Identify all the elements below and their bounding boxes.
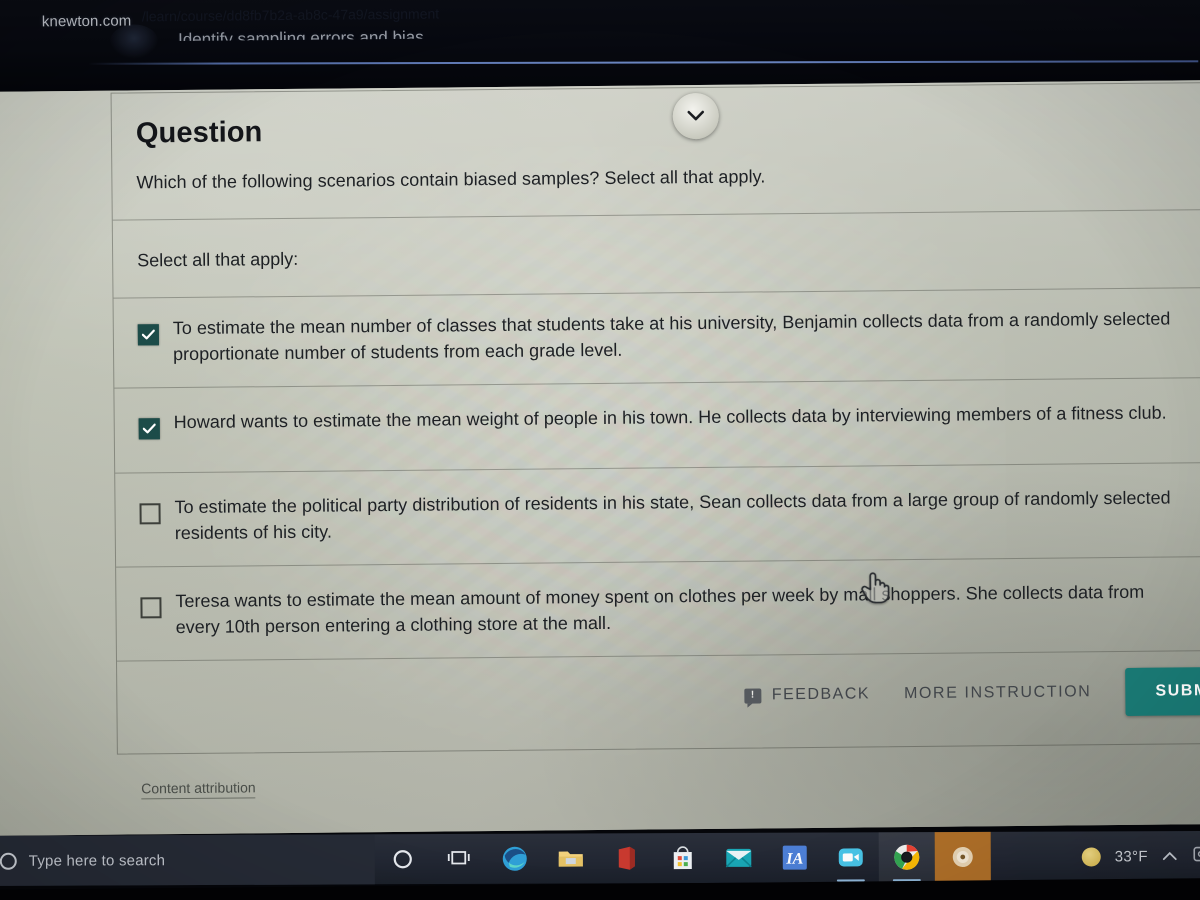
search-circle-icon	[0, 852, 17, 870]
weather-temperature[interactable]: 33°F	[1115, 848, 1148, 865]
lesson-progress-bar	[88, 60, 1199, 65]
answer-option-3-label: To estimate the political party distribu…	[174, 487, 1171, 543]
checkbox-option-3[interactable]	[139, 503, 161, 525]
more-instruction-button[interactable]: MORE INSTRUCTION	[904, 684, 1092, 704]
answer-option-2[interactable]: Howard wants to estimate the mean weight…	[114, 378, 1200, 473]
answer-option-1-label: To estimate the mean number of classes t…	[172, 308, 1171, 364]
sun-icon	[1081, 846, 1101, 866]
windows-taskbar: Type here to search IA 33°F	[0, 830, 1200, 886]
checkbox-option-1[interactable]	[137, 324, 159, 346]
action-bar: ! FEEDBACK MORE INSTRUCTION SUBMIT	[117, 651, 1200, 754]
system-tray: 33°F	[1081, 831, 1200, 882]
task-view-icon[interactable]	[431, 834, 487, 884]
answer-option-3[interactable]: To estimate the political party distribu…	[115, 463, 1200, 567]
google-chrome-icon[interactable]	[878, 832, 935, 883]
office-app-icon[interactable]	[599, 833, 655, 883]
taskbar-icons: IA	[375, 831, 991, 884]
feedback-button[interactable]: ! FEEDBACK	[744, 685, 871, 705]
mail-icon[interactable]	[711, 833, 767, 883]
checkbox-option-4[interactable]	[140, 597, 162, 619]
content-attribution-link[interactable]: Content attribution	[141, 779, 256, 800]
answer-option-1[interactable]: To estimate the mean number of classes t…	[114, 288, 1200, 388]
pointing-hand-cursor	[859, 569, 890, 608]
url-path-ghost: /learn/course/dd8fb7b2a-ab8c-47a9/assign…	[141, 5, 440, 25]
orange-app-icon[interactable]	[934, 831, 991, 883]
question-header: Question Which of the following scenario…	[112, 83, 1200, 220]
collapse-panel-button[interactable]	[672, 92, 720, 140]
svg-text:IA: IA	[785, 851, 803, 868]
question-instruction: Select all that apply:	[137, 248, 299, 271]
chevron-down-icon	[687, 110, 705, 122]
checkbox-option-2[interactable]	[138, 418, 160, 440]
speech-bubble-icon: !	[744, 688, 762, 704]
check-icon	[142, 423, 156, 434]
answer-option-4-label: Teresa wants to estimate the mean amount…	[175, 581, 1145, 637]
search-input[interactable]: Type here to search	[0, 834, 375, 886]
answer-option-4[interactable]: Teresa wants to estimate the mean amount…	[116, 557, 1200, 661]
lesson-title: Identify sampling errors and bias	[177, 27, 424, 50]
submit-button[interactable]: SUBMIT	[1125, 666, 1200, 717]
question-card: Question Which of the following scenario…	[110, 82, 1200, 755]
file-explorer-icon[interactable]	[543, 833, 599, 883]
screen-content: knewton.com /learn/course/dd8fb7b2a-ab8c…	[0, 0, 1200, 900]
microsoft-store-icon[interactable]	[655, 833, 711, 883]
browser-header: knewton.com /learn/course/dd8fb7b2a-ab8c…	[0, 0, 1200, 92]
search-input-placeholder: Type here to search	[28, 851, 166, 870]
microsoft-edge-icon[interactable]	[487, 834, 543, 884]
network-icon[interactable]	[1192, 844, 1200, 867]
laptop-screen-photo: knewton.com /learn/course/dd8fb7b2a-ab8c…	[0, 0, 1200, 900]
feedback-button-label: FEEDBACK	[771, 685, 871, 704]
url-label[interactable]: knewton.com	[42, 12, 132, 30]
camera-app-icon[interactable]	[823, 832, 879, 882]
check-icon	[141, 329, 155, 340]
ia-app-icon[interactable]: IA	[767, 833, 823, 883]
page-title: Question	[135, 116, 263, 150]
cortana-icon[interactable]	[375, 834, 431, 884]
question-prompt: Which of the following scenarios contain…	[136, 166, 766, 193]
chevron-up-icon[interactable]	[1162, 848, 1178, 865]
answer-option-2-label: Howard wants to estimate the mean weight…	[173, 402, 1167, 433]
